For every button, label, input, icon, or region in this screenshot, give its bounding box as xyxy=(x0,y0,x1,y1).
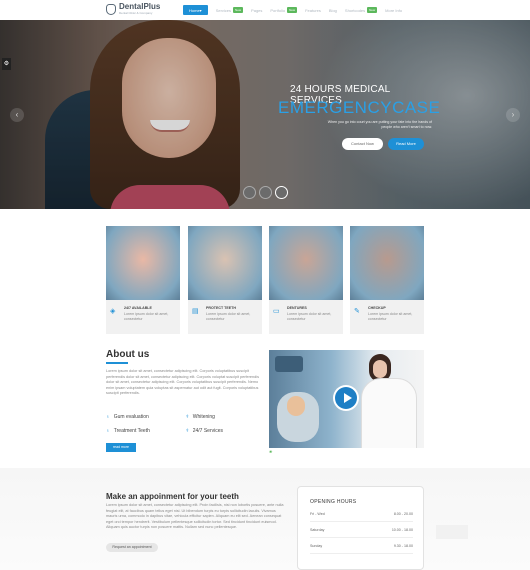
hours-row: Fri - Wed 8.00 - 20.00 xyxy=(310,512,413,522)
nav-item-label: Services xyxy=(215,7,232,13)
nav-item-label: More Info xyxy=(385,7,403,13)
service-text: Lorem ipsum dolor sit amet, consectetur xyxy=(287,312,332,322)
feature-label: Gum evaluation xyxy=(113,414,149,420)
tooth-icon: ♁ xyxy=(106,414,110,420)
hours-time: 10.00 - 18.00 xyxy=(391,528,413,532)
hero-slider: ⚙ ‹ › 24 HOURS MEDICAL SERVICES EMERGENC… xyxy=(0,20,530,209)
new-badge: New xyxy=(287,7,298,13)
logo-name: DentalPlus xyxy=(119,2,161,11)
nav-item-label: Portfolio xyxy=(270,7,286,13)
slide-thumb-3[interactable] xyxy=(275,186,288,199)
slider-next-arrow-icon[interactable]: › xyxy=(506,108,520,122)
nav-item-label: Blog xyxy=(328,7,337,13)
nav-item-label: Pages xyxy=(251,7,263,13)
service-card[interactable]: ✎ CHECKUP Lorem ipsum dolor sit amet, cons… xyxy=(350,226,424,334)
dental-lamp xyxy=(275,356,303,372)
slider-thumbnails xyxy=(243,186,291,199)
opening-hours-title: OPENING HOURS xyxy=(310,499,357,505)
nav-item-label: Shortcodes xyxy=(344,7,366,13)
read-more-button[interactable]: Read More xyxy=(388,138,424,150)
site-logo[interactable]: DentalPlus Dental Clinic & Company xyxy=(106,3,160,15)
service-title: CHECKUP xyxy=(368,306,386,310)
tooth-logo-icon xyxy=(106,3,116,15)
service-card[interactable]: ▤ PROTECT TEETH Lorem ipsum dolor sit amet… xyxy=(188,226,262,334)
service-title: 24/7 AVAILABLE xyxy=(124,306,152,310)
calendar-icon: ▤ xyxy=(192,308,199,315)
main-menu: Home ▾ Services New Pages Portfolio New Featur… xyxy=(183,5,410,15)
appointment-title: Make an appoinment for your teeth xyxy=(106,492,239,501)
back-to-top[interactable] xyxy=(436,525,468,539)
slide-thumb-2[interactable] xyxy=(259,186,272,199)
service-image xyxy=(350,226,424,300)
nav-item-home[interactable]: Home ▾ xyxy=(183,5,208,15)
hours-row: Saturday 10.00 - 18.00 xyxy=(310,528,413,538)
logo-tagline: Dental Clinic & Company xyxy=(119,11,153,15)
dentist-coat xyxy=(361,378,417,448)
video-thumbnail[interactable] xyxy=(269,350,424,448)
service-image xyxy=(269,226,343,300)
feature-item: ♁ Gum evaluation xyxy=(106,414,149,420)
note-icon: ▭ xyxy=(273,308,280,315)
shield-icon: ◈ xyxy=(110,308,116,315)
nav-item-label: Features xyxy=(305,7,321,13)
hours-time: 8.00 - 20.00 xyxy=(393,512,413,516)
title-underline xyxy=(106,362,128,364)
brush-icon: ⚕ xyxy=(186,414,189,420)
slide-thumb-1[interactable] xyxy=(243,186,256,199)
feature-item: ⚕ Whitening xyxy=(186,414,215,420)
service-image xyxy=(188,226,262,300)
new-badge: New xyxy=(367,7,378,13)
service-title: PROTECT TEETH xyxy=(206,306,236,310)
hours-day: Sunday xyxy=(310,544,323,548)
nav-item-label: Home xyxy=(189,7,200,13)
service-text: Lorem ipsum dolor sit amet, consectetur xyxy=(206,312,251,322)
slider-prev-arrow-icon[interactable]: ‹ xyxy=(10,108,24,122)
tooth-icon: ♁ xyxy=(106,428,110,434)
hours-day: Fri - Wed xyxy=(310,512,325,516)
appointment-text: Lorem ipsum dolor sit amet, consectetur … xyxy=(106,503,284,529)
nav-item-shortcodes[interactable]: Shortcodes New xyxy=(344,5,378,15)
service-card[interactable]: ◈ 24/7 AVAILABLE Lorem ipsum dolor sit ame… xyxy=(106,226,180,334)
hero-title: EMERGENCYCASE xyxy=(278,98,441,117)
hours-row: Sunday 9.30 - 18.00 xyxy=(310,544,413,554)
about-read-more-button[interactable]: read more xyxy=(106,443,136,452)
service-text: Lorem ipsum dolor sit amet, consectetur xyxy=(124,312,169,322)
about-text: Lorem ipsum dolor sit amet, consectetur … xyxy=(106,369,260,395)
feature-label: Treatment Teeth xyxy=(113,428,150,434)
nav-item-services[interactable]: Services New xyxy=(215,5,244,15)
nav-item-pages[interactable]: Pages xyxy=(251,5,262,15)
dentist-face xyxy=(373,360,387,378)
new-badge: New xyxy=(233,7,244,13)
nav-item-more-info[interactable]: More Info xyxy=(385,5,402,15)
opening-hours-card: OPENING HOURS Fri - Wed 8.00 - 20.00 Satur… xyxy=(297,486,424,570)
feature-label: 24/7 Services xyxy=(192,428,224,434)
chevron-down-icon: ▾ xyxy=(199,7,202,13)
brush-icon: ⚕ xyxy=(186,428,189,434)
hours-day: Saturday xyxy=(310,528,325,532)
service-title: DENTURES xyxy=(287,306,307,310)
play-button[interactable] xyxy=(333,385,359,411)
hours-time: 9.30 - 18.00 xyxy=(393,544,413,548)
pen-icon: ✎ xyxy=(354,308,360,315)
request-appointment-button[interactable]: Request an appointment xyxy=(106,543,158,552)
play-icon xyxy=(344,393,352,403)
feature-item: ⚕ 24/7 Services xyxy=(186,428,223,434)
nav-item-portfolio[interactable]: Portfolio New xyxy=(270,5,298,15)
contact-now-button[interactable]: Contact Now xyxy=(342,138,383,150)
nav-item-features[interactable]: Features xyxy=(305,5,321,15)
about-title: About us xyxy=(106,349,150,360)
feature-item: ♁ Treatment Teeth xyxy=(106,428,150,434)
settings-tab-icon[interactable]: ⚙ xyxy=(2,58,11,70)
service-text: Lorem ipsum dolor sit amet, consectetur xyxy=(368,312,413,322)
service-image xyxy=(106,226,180,300)
top-navbar: DentalPlus Dental Clinic & Company Home … xyxy=(0,0,530,20)
hero-description: When you go into court you are putting y… xyxy=(327,120,432,130)
feature-label: Whitening xyxy=(192,414,215,420)
video-tag-icon: ❀ xyxy=(269,449,273,454)
nav-item-blog[interactable]: Blog xyxy=(329,5,337,15)
service-card[interactable]: ▭ DENTURES Lorem ipsum dolor sit amet, con… xyxy=(269,226,343,334)
